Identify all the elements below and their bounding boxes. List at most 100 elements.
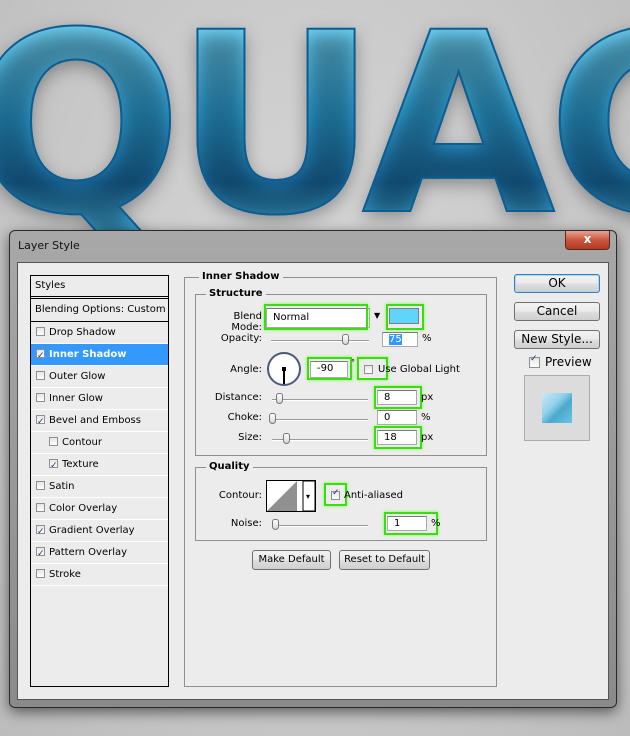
choke-label: Choke: [227, 412, 262, 423]
style-item-checkbox[interactable] [36, 503, 45, 512]
new-style-button[interactable]: New Style... [514, 330, 600, 349]
background-artwork: QUAG [0, 0, 630, 251]
anti-aliased-checkbox[interactable] [331, 488, 340, 500]
style-item-checkbox[interactable] [49, 456, 58, 477]
size-value: 18 [384, 432, 397, 443]
style-item-label: Stroke [49, 569, 81, 580]
preview-image [542, 393, 572, 423]
anti-aliased-label: Anti-aliased [344, 490, 404, 501]
style-item-checkbox[interactable] [36, 544, 45, 565]
style-item-satin[interactable]: Satin [31, 476, 168, 498]
size-label: Size: [238, 432, 262, 443]
style-item-gradient-overlay[interactable]: Gradient Overlay [31, 520, 168, 543]
ok-button[interactable]: OK [514, 274, 600, 293]
opacity-unit: % [422, 333, 432, 344]
style-item-drop-shadow[interactable]: Drop Shadow [31, 322, 168, 344]
cancel-button[interactable]: Cancel [514, 302, 600, 321]
distance-input[interactable]: 8 [377, 390, 417, 405]
style-item-contour[interactable]: Contour [31, 432, 168, 454]
opacity-slider-thumb[interactable] [341, 334, 349, 345]
distance-slider-thumb[interactable] [276, 393, 283, 404]
blend-mode-value: Normal [273, 312, 310, 323]
noise-input[interactable]: 1 [387, 516, 427, 531]
blend-mode-select[interactable]: Normal [266, 308, 370, 328]
noise-label: Noise: [230, 518, 262, 529]
style-item-label: Bevel and Emboss [49, 415, 141, 426]
style-item-texture[interactable]: Texture [31, 454, 168, 477]
inner-shadow-title: Inner Shadow [199, 271, 283, 282]
style-item-checkbox[interactable] [36, 412, 45, 433]
style-item-label: Outer Glow [49, 371, 106, 382]
style-item-label: Contour [62, 437, 102, 448]
style-item-label: Texture [62, 459, 99, 470]
style-item-checkbox[interactable] [36, 481, 45, 490]
angle-dial-needle [283, 369, 285, 384]
style-item-bevel-and-emboss[interactable]: Bevel and Emboss [31, 410, 168, 433]
noise-slider-track[interactable] [272, 525, 368, 527]
choke-value: 0 [384, 412, 391, 423]
style-item-label: Gradient Overlay [49, 525, 135, 536]
make-default-button[interactable]: Make Default [252, 550, 331, 570]
opacity-value: 75 [389, 334, 402, 345]
preview-checkbox[interactable] [529, 354, 540, 368]
preview-thumbnail [524, 375, 590, 441]
style-item-label: Inner Glow [49, 393, 103, 404]
style-item-label: Pattern Overlay [49, 547, 128, 558]
noise-value: 1 [394, 518, 401, 529]
contour-label: Contour: [218, 490, 262, 501]
styles-list: Styles Blending Options: Custom Drop Sha… [30, 275, 169, 687]
use-global-light-checkbox[interactable] [364, 365, 373, 374]
reset-to-default-button[interactable]: Reset to Default [339, 550, 430, 570]
noise-slider-thumb[interactable] [272, 519, 279, 530]
style-item-label: Color Overlay [49, 503, 118, 514]
size-slider-thumb[interactable] [283, 433, 290, 444]
angle-value: -90 [317, 363, 334, 374]
style-item-inner-shadow[interactable]: Inner Shadow [31, 344, 168, 367]
style-item-label: Inner Shadow [49, 349, 127, 360]
style-item-checkbox[interactable] [36, 346, 45, 367]
style-item-checkbox[interactable] [36, 569, 45, 578]
distance-unit: px [421, 392, 434, 403]
choke-slider-track[interactable] [272, 419, 368, 421]
style-item-pattern-overlay[interactable]: Pattern Overlay [31, 542, 168, 565]
angle-dial[interactable] [267, 352, 301, 386]
style-item-checkbox[interactable] [36, 327, 45, 336]
style-item-checkbox[interactable] [36, 371, 45, 380]
close-icon: x [583, 232, 592, 246]
svg-text:▾: ▾ [306, 492, 310, 501]
contour-curve-icon: ▾ [267, 481, 315, 511]
window-title: Layer Style [18, 239, 80, 252]
blending-options-item[interactable]: Blending Options: Custom [31, 299, 168, 322]
style-item-inner-glow[interactable]: Inner Glow [31, 388, 168, 410]
choke-unit: % [421, 412, 431, 423]
style-item-checkbox[interactable] [36, 393, 45, 402]
angle-unit: ° [351, 358, 355, 367]
distance-slider-track[interactable] [272, 399, 368, 401]
choke-input[interactable]: 0 [377, 410, 417, 425]
contour-picker[interactable]: ▾ [266, 480, 316, 512]
styles-header[interactable]: Styles [31, 276, 168, 299]
style-item-checkbox[interactable] [49, 437, 58, 446]
blend-mode-label: Blend Mode: [231, 311, 262, 333]
quality-group: Quality Contour: ▾ Anti-aliased Noise: 1 [195, 461, 487, 541]
distance-value: 8 [384, 392, 391, 403]
style-item-outer-glow[interactable]: Outer Glow [31, 366, 168, 388]
angle-input[interactable]: -90 [310, 361, 348, 378]
size-unit: px [421, 432, 434, 443]
style-item-label: Satin [49, 481, 75, 492]
style-item-stroke[interactable]: Stroke [31, 564, 168, 586]
size-input[interactable]: 18 [377, 430, 417, 445]
opacity-input[interactable]: 75 [382, 332, 418, 347]
chevron-down-icon[interactable]: ▼ [374, 311, 380, 320]
preview-label: Preview [545, 355, 592, 369]
opacity-label: Opacity: [220, 333, 262, 344]
close-button[interactable]: x [565, 231, 610, 250]
style-item-checkbox[interactable] [36, 522, 45, 543]
shadow-color-swatch[interactable] [389, 308, 419, 324]
dialog-body: Styles Blending Options: Custom Drop Sha… [17, 262, 609, 700]
style-item-color-overlay[interactable]: Color Overlay [31, 498, 168, 520]
opacity-slider-track[interactable] [271, 340, 369, 342]
quality-title: Quality [206, 461, 253, 472]
choke-slider-thumb[interactable] [269, 413, 276, 424]
distance-label: Distance: [214, 392, 262, 403]
